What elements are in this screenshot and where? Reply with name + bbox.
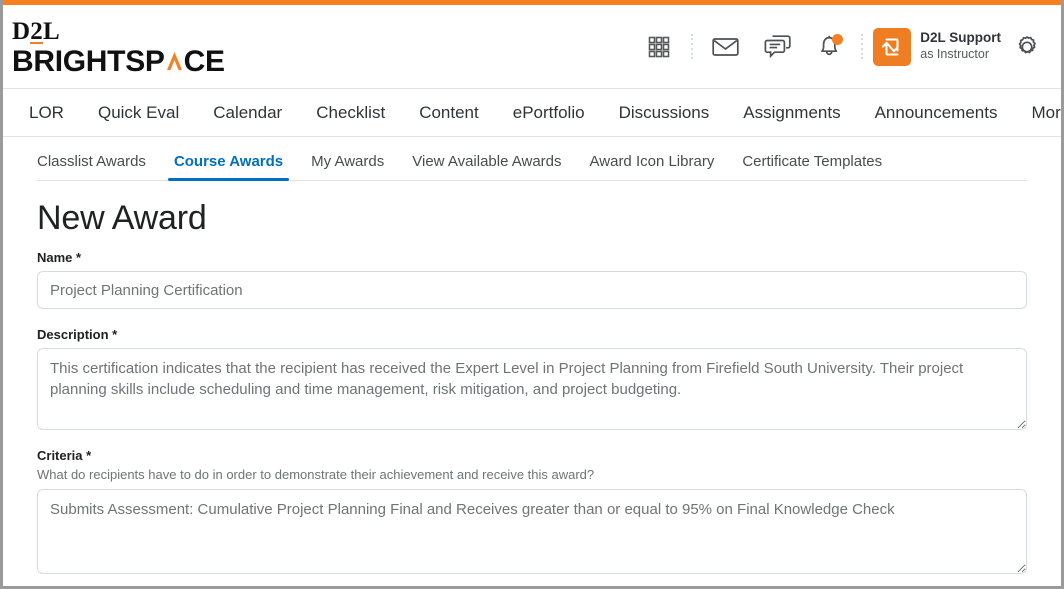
waffle-grid-icon[interactable] [633, 21, 685, 73]
bell-icon[interactable] [803, 21, 855, 73]
d2l-letter-l: L [42, 17, 60, 45]
nav-item-checklist[interactable]: Checklist [299, 99, 402, 127]
header-actions: D2L Support as Instructor [633, 21, 1061, 73]
criteria-label: Criteria * [37, 448, 1027, 463]
tab-view-available-awards[interactable]: View Available Awards [398, 153, 575, 180]
chat-icon[interactable] [751, 21, 803, 73]
d2l-wordmark: D2L [12, 19, 225, 44]
email-icon[interactable] [699, 21, 751, 73]
page-header: D2L BRIGHTSP CE D2L Support as Instructo… [3, 5, 1061, 89]
field-criteria: Criteria * What do recipients have to do… [37, 448, 1027, 574]
nav-item-eportfolio[interactable]: ePortfolio [496, 99, 602, 127]
brightspace-text-pre: BRIGHTSP [12, 44, 165, 78]
brightspace-logo[interactable]: D2L BRIGHTSP CE [12, 17, 225, 77]
name-label-text: Name [37, 250, 73, 265]
nav-item-announcements[interactable]: Announcements [858, 99, 1015, 127]
field-name: Name * [37, 250, 1027, 309]
description-label-text: Description [37, 327, 109, 342]
awards-subnav-wrapper: Classlist Awards Course Awards My Awards… [3, 137, 1061, 181]
description-input[interactable]: This certification indicates that the re… [37, 348, 1027, 430]
nav-item-lor[interactable]: LOR [12, 99, 81, 127]
description-label: Description * [37, 327, 1027, 342]
primary-navigation: LOR Quick Eval Calendar Checklist Conten… [3, 89, 1061, 137]
nav-item-content[interactable]: Content [402, 99, 496, 127]
nav-item-discussions[interactable]: Discussions [602, 99, 727, 127]
criteria-required-mark: * [86, 448, 92, 463]
nav-item-assignments[interactable]: Assignments [726, 99, 857, 127]
tab-award-icon-library[interactable]: Award Icon Library [576, 153, 729, 180]
nav-item-more[interactable]: More [1014, 99, 1061, 127]
brightspace-app-window: D2L BRIGHTSP CE D2L Support as Instructo… [0, 0, 1064, 589]
tab-course-awards[interactable]: Course Awards [160, 153, 297, 181]
swap-arrows-icon [882, 38, 899, 55]
awards-subnav: Classlist Awards Course Awards My Awards… [37, 137, 1027, 181]
criteria-label-text: Criteria [37, 448, 83, 463]
gear-icon[interactable] [1001, 21, 1053, 73]
nav-item-quick-eval[interactable]: Quick Eval [81, 99, 196, 127]
criteria-help-text: What do recipients have to do in order t… [37, 467, 595, 482]
brightspace-caret-a-icon [165, 49, 184, 71]
header-divider-dots-2 [855, 30, 869, 64]
notification-badge [832, 33, 844, 45]
brightspace-text-post: CE [183, 44, 225, 78]
header-divider-dots [685, 30, 699, 64]
field-description: Description * This certification indicat… [37, 327, 1027, 430]
tab-certificate-templates[interactable]: Certificate Templates [728, 153, 896, 180]
name-label: Name * [37, 250, 1027, 265]
tab-my-awards[interactable]: My Awards [297, 153, 398, 180]
profile-text: D2L Support as Instructor [920, 30, 1001, 63]
user-profile-menu[interactable]: D2L Support as Instructor [873, 27, 1001, 66]
profile-role: as Instructor [920, 47, 990, 62]
name-input[interactable] [37, 271, 1027, 309]
d2l-letter-2: 2 [30, 17, 43, 45]
brightspace-wordmark: BRIGHTSP CE [12, 44, 225, 78]
criteria-input[interactable]: Submits Assessment: Cumulative Project P… [37, 489, 1027, 574]
description-required-mark: * [112, 327, 118, 342]
new-award-form: New Award Name * Description * This cert… [3, 181, 1061, 574]
tab-classlist-awards[interactable]: Classlist Awards [37, 153, 160, 180]
name-required-mark: * [76, 250, 82, 265]
page-title: New Award [37, 199, 207, 237]
d2l-letter-d: D [12, 17, 31, 45]
profile-name: D2L Support [920, 30, 1001, 46]
nav-item-calendar[interactable]: Calendar [196, 99, 299, 127]
avatar [873, 27, 912, 66]
nav-more-label: More [1031, 102, 1061, 122]
